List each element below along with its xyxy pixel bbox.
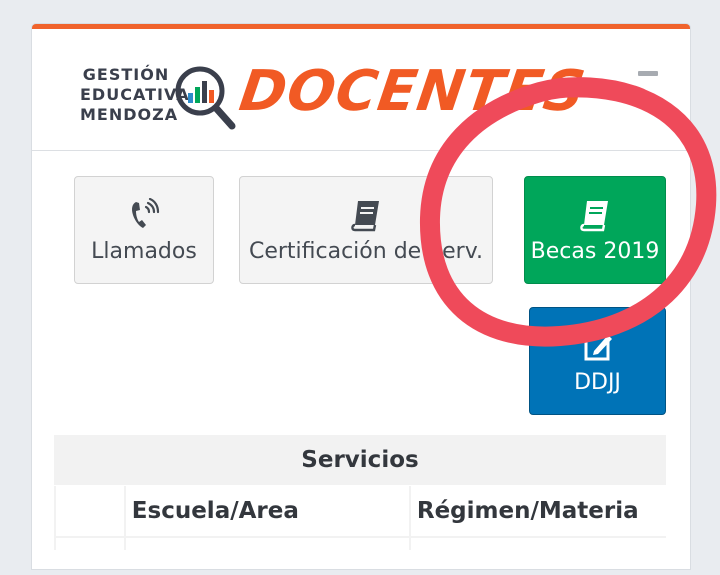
- servicios-table: Servicios Escuela/Area Régimen/Materia: [54, 435, 667, 575]
- brand-line-3: MENDOZA: [80, 105, 179, 124]
- table-cell: [125, 538, 409, 550]
- column-header-regimen[interactable]: Régimen/Materia: [410, 486, 667, 536]
- phone-volume-icon: [127, 197, 161, 233]
- book-icon: [579, 197, 611, 233]
- app-title: DOCENTES: [235, 59, 590, 124]
- magnifier-chart-icon: [175, 66, 236, 130]
- panel-header: GESTIÓN EDUCATIVA MENDOZA DOCENTES: [32, 29, 690, 151]
- column-header-blank: [56, 486, 124, 536]
- table-title: Servicios: [54, 435, 666, 485]
- docentes-panel: GESTIÓN EDUCATIVA MENDOZA DOCENTES Llama…: [32, 24, 690, 569]
- certificacion-label: Certificación de Serv.: [248, 238, 484, 264]
- certificacion-button[interactable]: Certificación de Serv.: [239, 176, 493, 284]
- table-cell: [410, 538, 666, 550]
- minus-icon[interactable]: [638, 71, 658, 76]
- book-icon: [350, 197, 382, 233]
- brand-logo-text: GESTIÓN EDUCATIVA MENDOZA: [80, 65, 190, 125]
- edit-icon: [582, 328, 614, 364]
- table-cell: [56, 538, 124, 550]
- llamados-label: Llamados: [91, 238, 197, 264]
- ddjj-button[interactable]: DDJJ: [529, 307, 666, 415]
- column-header-escuela[interactable]: Escuela/Area: [125, 486, 409, 536]
- ddjj-label: DDJJ: [574, 369, 621, 395]
- llamados-button[interactable]: Llamados: [74, 176, 214, 284]
- brand-line-2: EDUCATIVA: [80, 85, 190, 104]
- table-header-row: Escuela/Area Régimen/Materia: [54, 485, 667, 536]
- becas-2019-button[interactable]: Becas 2019: [524, 176, 666, 284]
- becas-2019-label: Becas 2019: [530, 238, 660, 264]
- brand-line-1: GESTIÓN: [82, 65, 170, 84]
- panel-body: Llamados Certificación de Serv. Becas 20…: [32, 151, 690, 571]
